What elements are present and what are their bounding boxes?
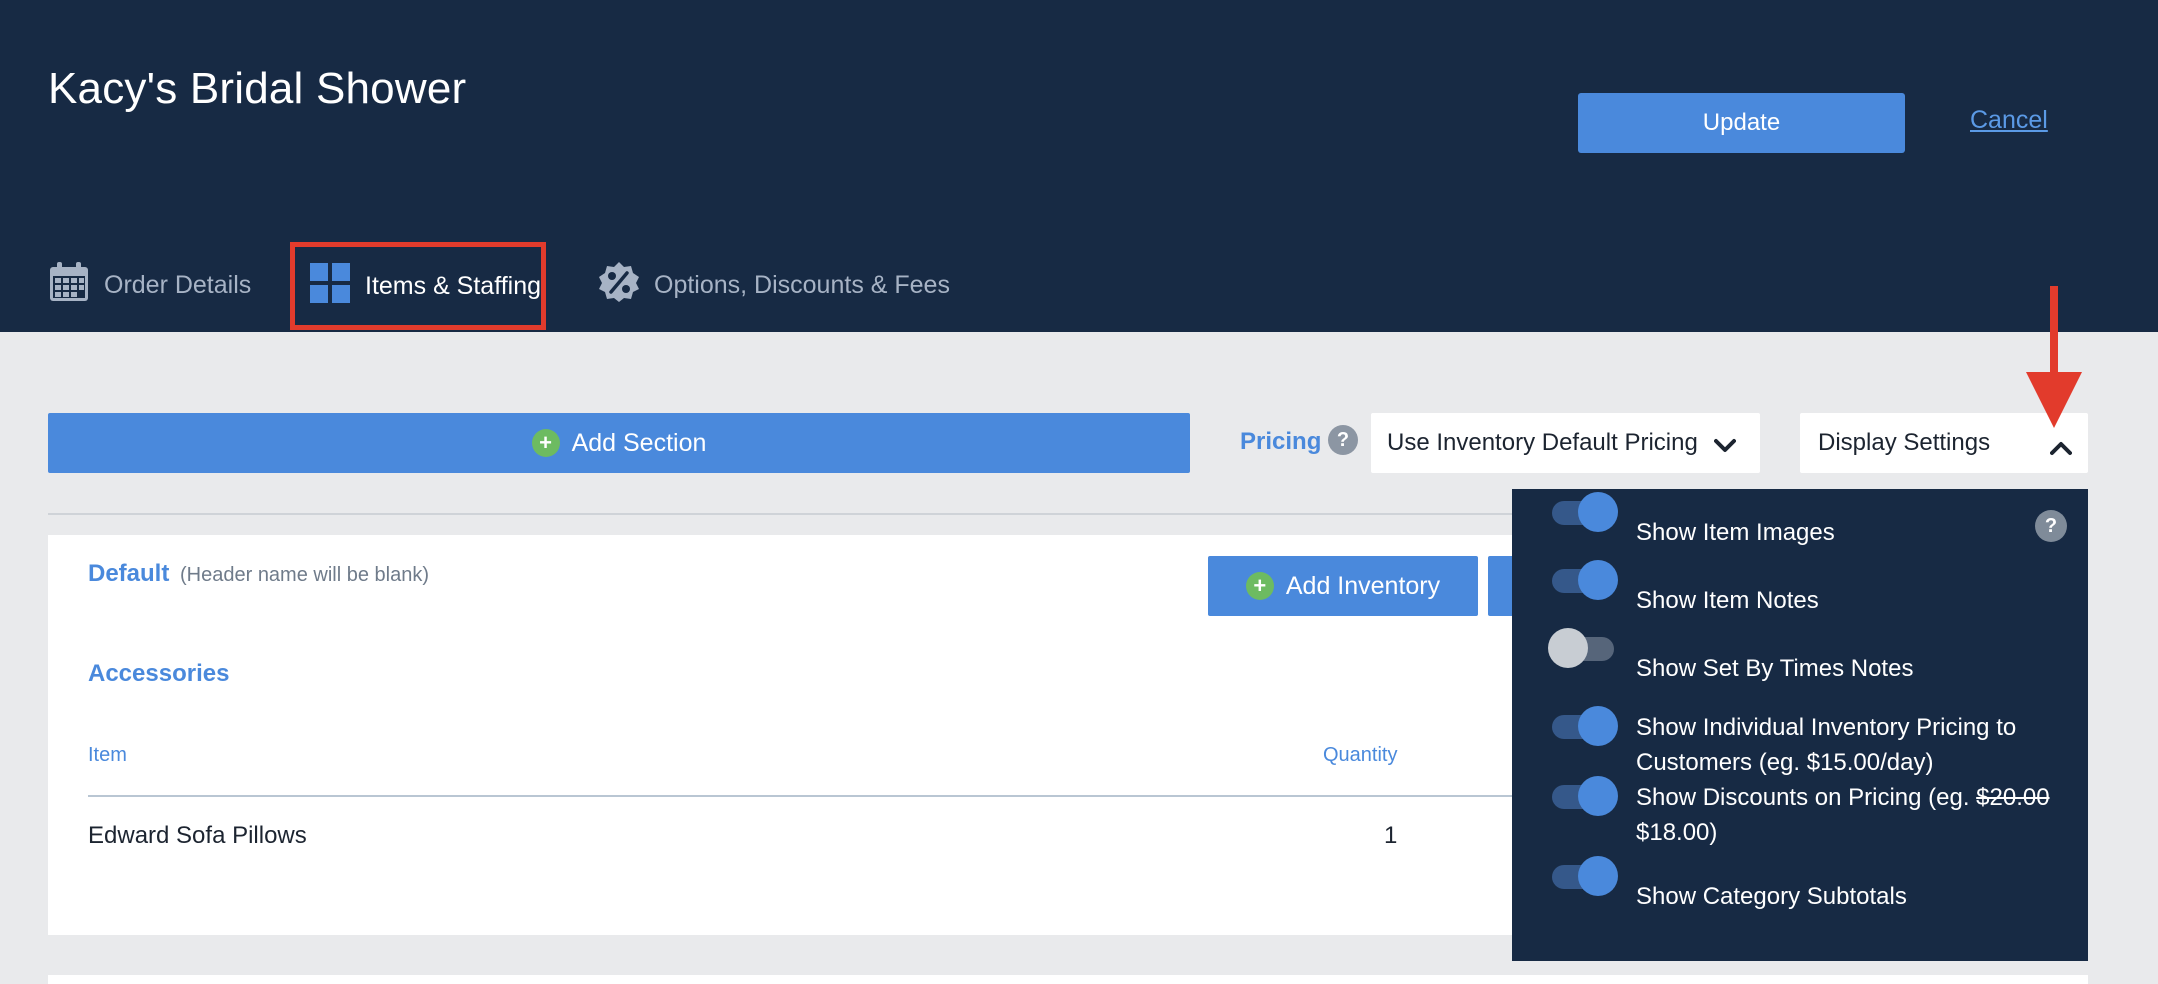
- annotation-arrow-icon: [2026, 286, 2082, 428]
- toggle-knob: [1578, 706, 1618, 746]
- toggle-knob: [1578, 776, 1618, 816]
- next-section-panel: [48, 975, 2088, 984]
- discounted-price: $18.00): [1636, 819, 1718, 846]
- option-label: Show Item Notes: [1636, 587, 1819, 614]
- calendar-icon: [48, 261, 90, 310]
- toggle-knob: [1578, 492, 1618, 532]
- item-name: Edward Sofa Pillows: [88, 822, 307, 849]
- pricing-selected-value: Use Inventory Default Pricing: [1387, 429, 1698, 456]
- toggle-knob: [1578, 856, 1618, 896]
- percent-badge-icon: [598, 261, 640, 310]
- tab-label: Items & Staffing: [365, 271, 542, 300]
- pricing-select[interactable]: Use Inventory Default Pricing: [1371, 413, 1760, 473]
- order-header: Kacy's Bridal Shower Update Cancel Order…: [0, 0, 2158, 332]
- section-note: (Header name will be blank): [180, 564, 430, 586]
- add-inventory-label: Add Inventory: [1285, 571, 1441, 600]
- cancel-link[interactable]: Cancel: [1970, 106, 2048, 135]
- item-quantity[interactable]: 1: [1384, 822, 1397, 850]
- toggle-switch[interactable]: [1548, 856, 1618, 896]
- update-button[interactable]: Update: [1578, 93, 1905, 153]
- option-label: Show Item Images: [1636, 519, 1835, 546]
- plus-circle-icon: +: [1245, 572, 1274, 600]
- divider: [48, 513, 1518, 515]
- grid-icon: [309, 262, 351, 311]
- pricing-label: Pricing: [1240, 428, 1322, 455]
- tab-bar: Order Details Items & Staffing Options, …: [0, 240, 2158, 332]
- table-divider: [88, 795, 1518, 797]
- add-section-label: Add Section: [571, 428, 707, 457]
- toggle-switch[interactable]: [1548, 776, 1618, 816]
- toggle-switch[interactable]: [1548, 628, 1618, 668]
- display-settings-label: Display Settings: [1818, 429, 1991, 456]
- page-title: Kacy's Bridal Shower: [48, 64, 467, 113]
- section-name[interactable]: Default: [88, 560, 169, 588]
- tab-order-details[interactable]: Order Details: [48, 240, 251, 330]
- chevron-down-icon: [1714, 433, 1736, 461]
- toggle-switch[interactable]: [1548, 706, 1618, 746]
- column-header-quantity: Quantity: [1323, 744, 1398, 766]
- original-price: $20.00: [1976, 784, 2050, 811]
- help-icon[interactable]: ?: [1328, 425, 1358, 455]
- toggle-switch[interactable]: [1548, 492, 1618, 532]
- tab-options-discounts-fees[interactable]: Options, Discounts & Fees: [598, 240, 950, 330]
- option-label: Show Category Subtotals: [1636, 883, 1907, 910]
- tab-label: Options, Discounts & Fees: [654, 270, 950, 299]
- toggle-switch[interactable]: [1548, 560, 1618, 600]
- option-label-prefix: Show Discounts on Pricing (eg.: [1636, 784, 1977, 811]
- column-header-item: Item: [88, 744, 127, 766]
- category-title: Accessories: [88, 660, 230, 687]
- option-label: Show Individual Inventory Pricing to Cus…: [1636, 714, 2017, 776]
- tab-items-staffing[interactable]: Items & Staffing: [290, 242, 546, 330]
- add-section-button[interactable]: + Add Section: [48, 413, 1190, 473]
- add-inventory-button[interactable]: + Add Inventory: [1208, 556, 1478, 616]
- option-label: Show Discounts on Pricing (eg. $20.00 $18…: [1636, 780, 2056, 850]
- plus-circle-icon: +: [531, 429, 560, 457]
- tab-label: Order Details: [104, 270, 252, 299]
- chevron-up-icon: [2050, 435, 2072, 463]
- toggle-knob: [1548, 628, 1588, 668]
- toggle-knob: [1578, 560, 1618, 600]
- option-label: Show Set By Times Notes: [1636, 655, 1914, 682]
